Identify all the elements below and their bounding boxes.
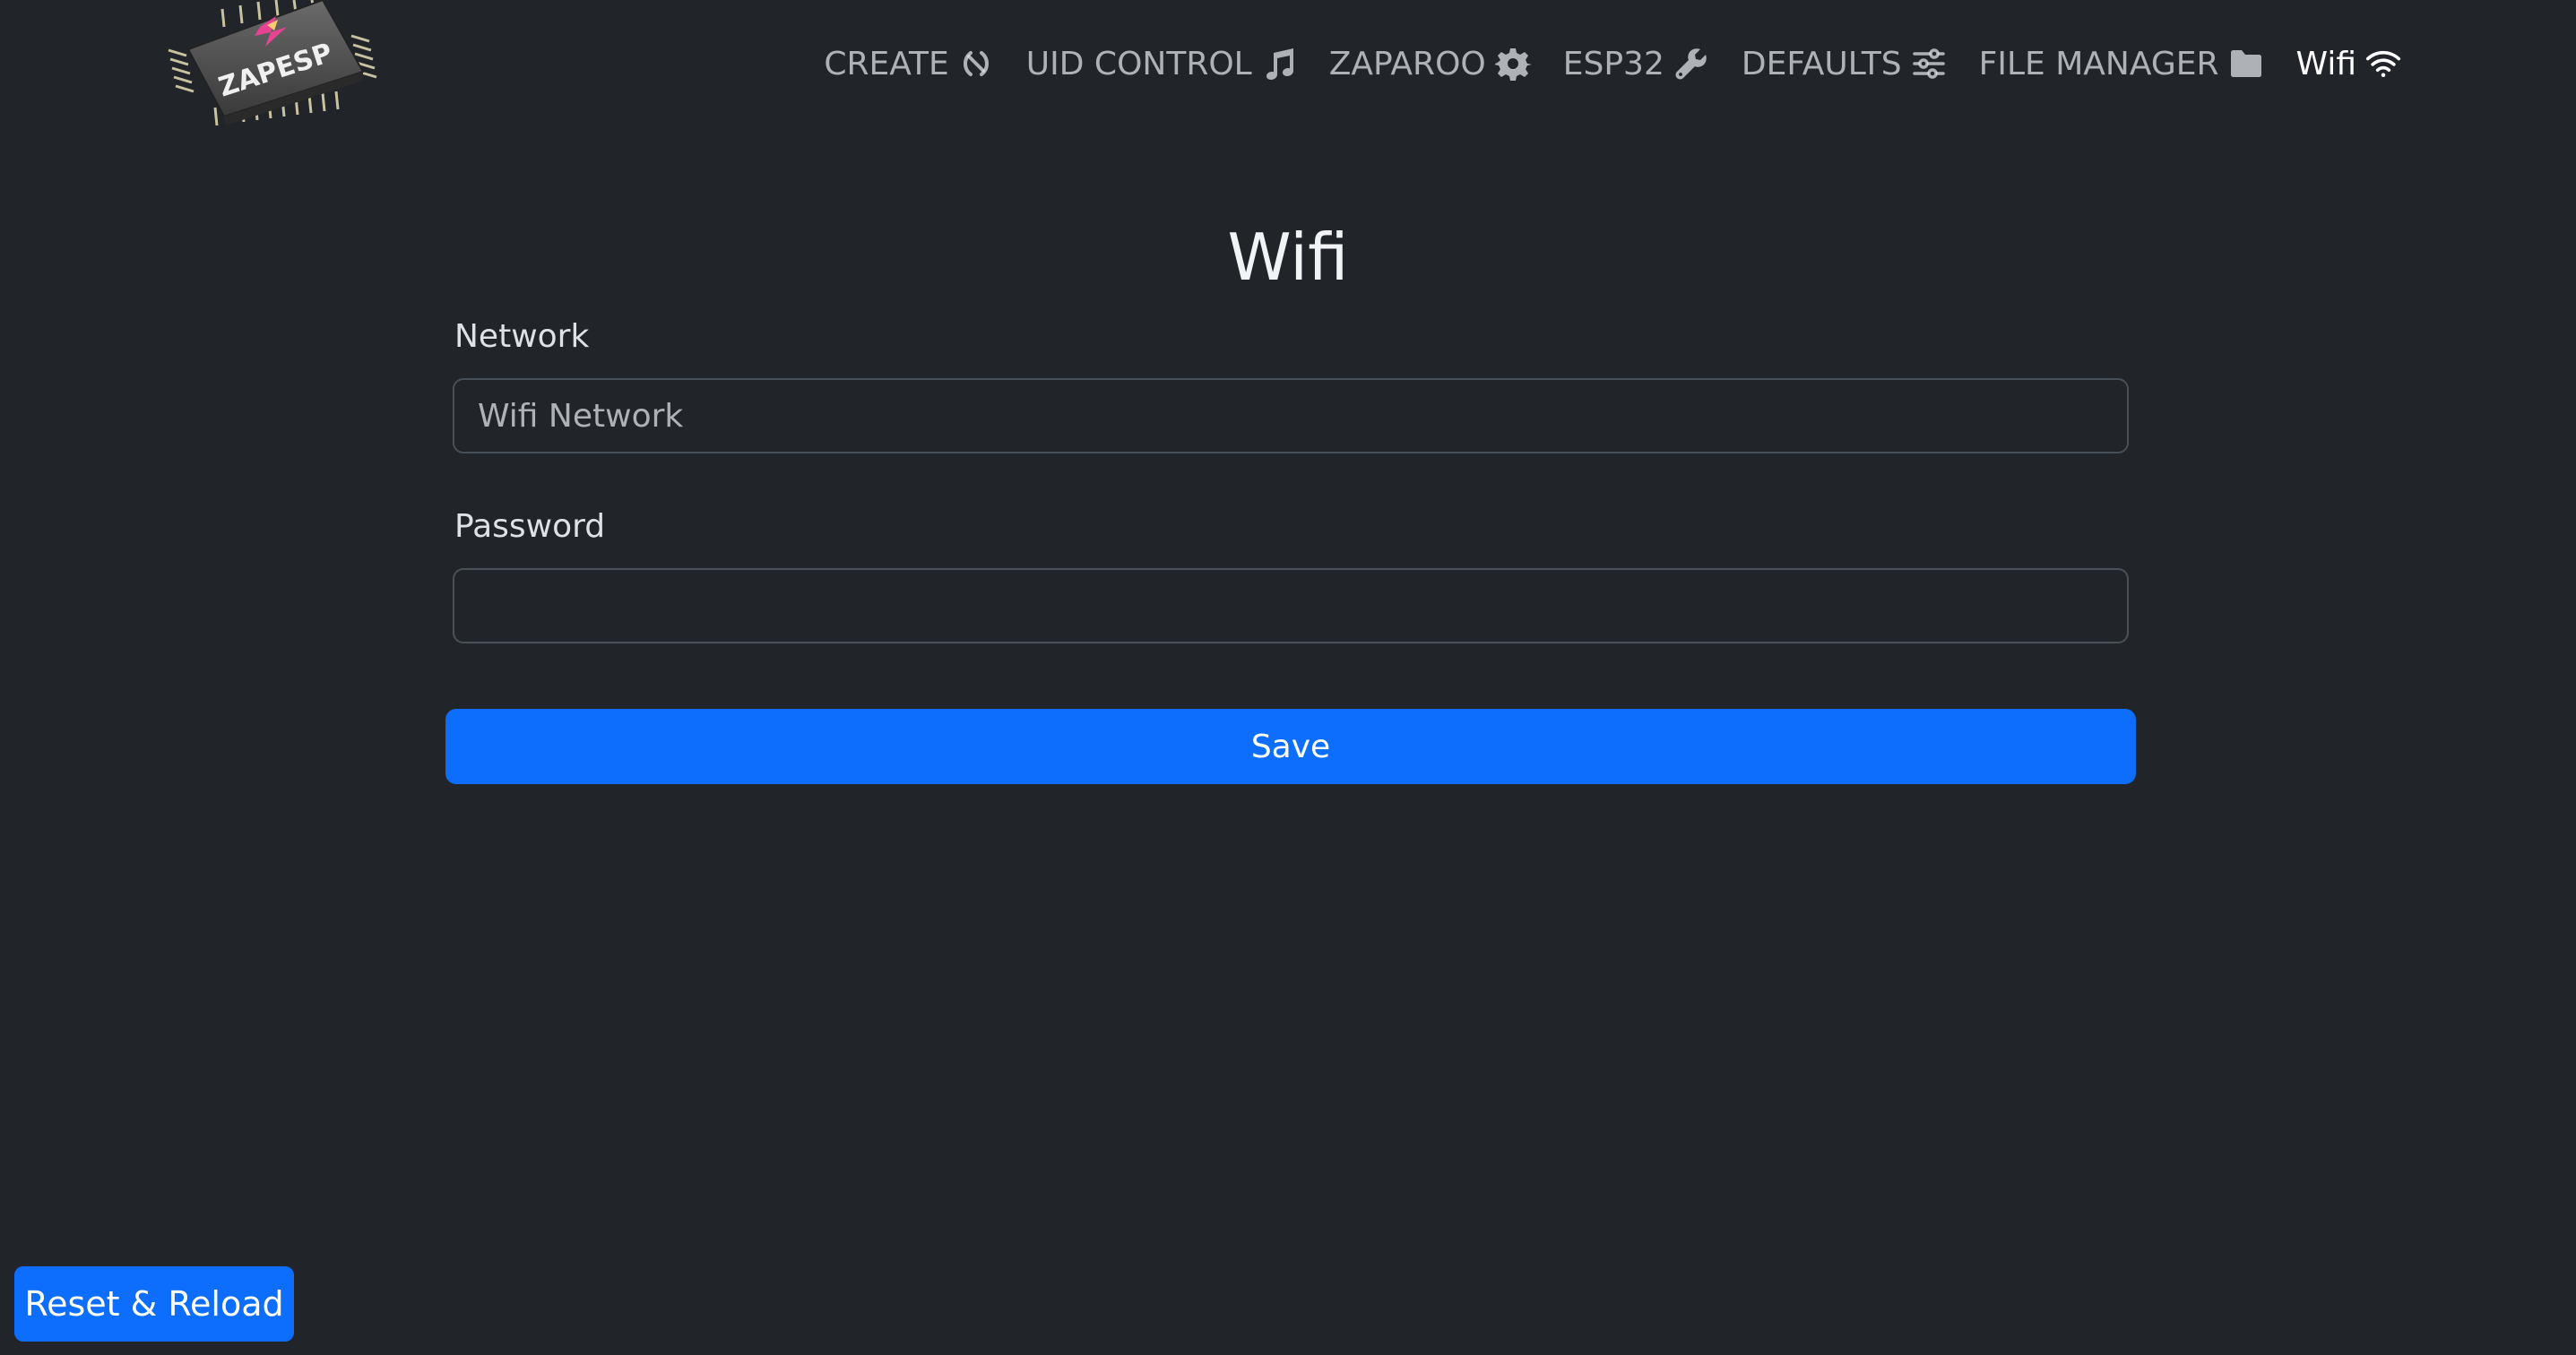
- network-input[interactable]: [453, 378, 2129, 453]
- nav-item-label: Wifi: [2295, 45, 2356, 82]
- password-field-group: Password: [453, 504, 2129, 643]
- sliders-icon: [1912, 48, 1945, 79]
- nav-item-zaparoo[interactable]: ZAPAROO: [1329, 46, 1531, 82]
- nav-item-esp32[interactable]: ESP32: [1563, 46, 1709, 82]
- wifi-form: Network Password: [453, 314, 2129, 643]
- zapesp-logo: ZAPESP: [168, 0, 377, 126]
- nfc-icon: [963, 51, 989, 76]
- nav-item-wifi[interactable]: Wifi: [2296, 46, 2401, 82]
- reset-reload-button[interactable]: Reset & Reload: [14, 1266, 294, 1342]
- main-nav: CREATE UID CONTROL ZAPAROO ESP32 DEFAULT…: [824, 36, 2401, 91]
- wrench-icon: [1675, 48, 1707, 80]
- nav-item-label: ZAPAROO: [1328, 45, 1486, 82]
- password-label: Password: [454, 508, 606, 545]
- password-input[interactable]: [453, 568, 2129, 643]
- nav-item-label: FILE MANAGER: [1978, 45, 2219, 82]
- nav-item-label: ESP32: [1562, 45, 1664, 82]
- nav-item-file-manager[interactable]: FILE MANAGER: [1979, 46, 2264, 82]
- nav-item-defaults[interactable]: DEFAULTS: [1742, 46, 1947, 82]
- folder-icon: [2230, 50, 2261, 77]
- nav-item-label: CREATE: [824, 45, 949, 82]
- save-button[interactable]: Save: [445, 709, 2136, 784]
- page-title: Wifi: [1227, 220, 1349, 295]
- nav-item-create[interactable]: CREATE: [824, 46, 993, 82]
- wifi-icon: [2365, 50, 2401, 77]
- nav-item-label: UID CONTROL: [1025, 45, 1252, 82]
- gear-icon: [1494, 48, 1531, 81]
- music-note-icon: [1266, 48, 1293, 80]
- network-label: Network: [454, 318, 590, 355]
- nav-item-label: DEFAULTS: [1741, 45, 1902, 82]
- network-field-group: Network: [453, 314, 2129, 453]
- nav-item-uid-control[interactable]: UID CONTROL: [1026, 46, 1297, 82]
- page: ZAPESP CREATE UID CONTROL ZAPAROO ESP32: [0, 0, 2576, 1355]
